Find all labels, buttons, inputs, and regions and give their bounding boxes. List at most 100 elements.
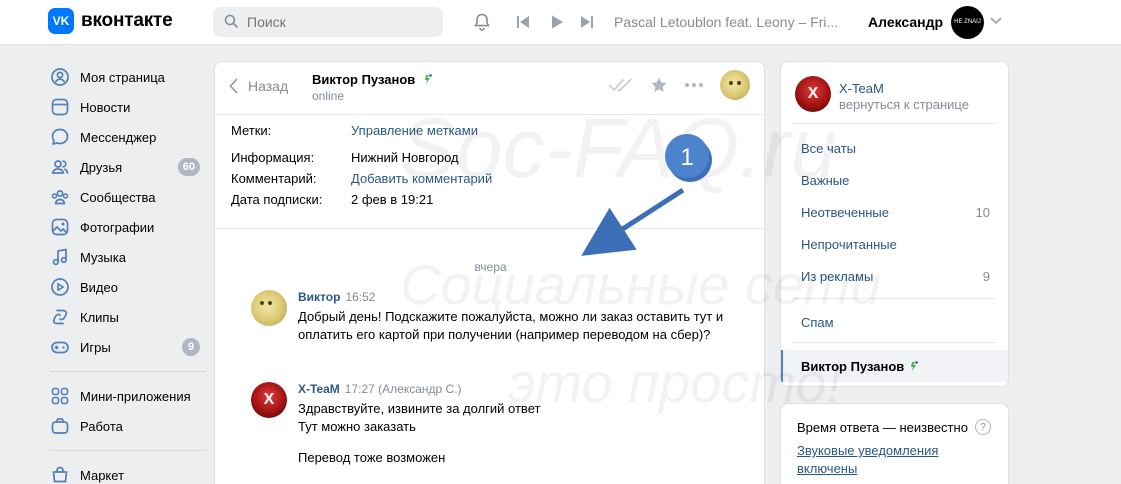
vk-logo-mark: VK <box>48 8 74 34</box>
active-chat-name: Виктор Пузанов <box>801 358 905 374</box>
manage-tags-link[interactable]: Управление метками <box>351 123 478 138</box>
nav-divider <box>50 450 206 451</box>
nav-item-groups[interactable]: Сообщества <box>48 182 208 212</box>
chevron-down-icon[interactable] <box>990 17 1002 25</box>
folder-label: Непрочитанные <box>801 236 897 252</box>
nav-item-messenger[interactable]: Мессенджер <box>48 122 208 152</box>
message-avatar[interactable] <box>251 290 287 326</box>
folder-from-ads[interactable]: Из рекламы 9 <box>781 260 1008 292</box>
bell-icon[interactable] <box>472 12 492 32</box>
nav-label: Фотографии <box>80 219 155 235</box>
vk-logo[interactable]: VK вконтакте <box>48 8 173 34</box>
search-input[interactable] <box>213 7 443 37</box>
nav-label: Моя страница <box>80 69 165 85</box>
folder-label: Важные <box>801 172 850 188</box>
message-text: Добрый день! Подскажите пожалуйста, можн… <box>298 309 724 342</box>
help-icon[interactable]: ? <box>975 419 991 435</box>
photo-icon <box>50 217 70 237</box>
date-separator: вчера <box>474 260 507 274</box>
chat-header-actions <box>592 70 750 100</box>
nav-label: Друзья <box>80 159 123 175</box>
info-key: Дата подписки: <box>231 192 323 207</box>
peer-avatar[interactable] <box>720 70 750 100</box>
message-text: Здравствуйте, извините за долгий ответ Т… <box>298 400 728 467</box>
apps-icon <box>50 386 70 406</box>
nav-item-photos[interactable]: Фотографии <box>48 212 208 242</box>
community-name[interactable]: X-TeaM <box>839 81 884 96</box>
response-time-text: Время ответа — неизвестно <box>797 420 968 435</box>
nav-item-clips[interactable]: Клипы <box>48 302 208 332</box>
nav-item-video[interactable]: Видео <box>48 272 208 302</box>
nav-badge-games: 9 <box>182 338 200 356</box>
nav-badge-friends: 60 <box>177 158 200 176</box>
back-to-page-link[interactable]: вернуться к странице <box>839 97 969 112</box>
nav-item-market[interactable]: Маркет <box>48 460 208 484</box>
community-header[interactable]: X X-TeaM вернуться к странице <box>793 62 996 124</box>
folder-important[interactable]: Важные <box>781 164 1008 196</box>
help-mark: ? <box>980 421 986 433</box>
nav-label: Сообщества <box>80 189 156 205</box>
chat-panel: Назад Виктор Пузанов online Метки: Управ… <box>214 61 765 484</box>
read-check-icon[interactable] <box>608 78 634 92</box>
nav-label: Работа <box>80 418 123 434</box>
message-item[interactable]: X X-TeaM 17:27 (Александр С.) Здравствуйт… <box>251 382 731 482</box>
folder-spam[interactable]: Спам <box>781 306 1008 338</box>
message-line: Здравствуйте, извините за долгий ответ <box>298 401 541 416</box>
response-info-panel: Время ответа — неизвестно ? Звуковые уве… <box>780 403 1009 484</box>
message-author[interactable]: Виктор 16:52 <box>298 290 375 304</box>
folder-divider <box>793 298 996 299</box>
info-key: Комментарий: <box>231 171 317 186</box>
top-header: VK вконтакте Pascal Letoublon feat. Leon… <box>0 0 1121 45</box>
folder-label: Из рекламы <box>801 268 874 284</box>
user-info-block: Метки: Управление метками Информация: Ни… <box>215 115 764 229</box>
folder-label: Неотвеченные <box>801 204 890 220</box>
play-icon[interactable] <box>550 14 564 30</box>
header-user-name[interactable]: Александр <box>868 14 943 30</box>
folder-all-chats[interactable]: Все чаты <box>781 132 1008 164</box>
folder-label: Все чаты <box>801 140 857 156</box>
folder-count: 10 <box>975 204 990 220</box>
message-line: Тут можно заказать <box>298 419 416 434</box>
info-value: Нижний Новгород <box>351 150 459 165</box>
folder-list: Все чаты Важные Неотвеченные 10 Непрочита… <box>781 132 1008 292</box>
folder-unanswered[interactable]: Неотвеченные 10 <box>781 196 1008 228</box>
friends-icon <box>50 157 70 177</box>
nav-label: Мессенджер <box>80 129 157 145</box>
more-icon[interactable] <box>684 82 704 88</box>
active-chat-item[interactable]: Виктор Пузанов <box>781 350 1008 382</box>
back-button[interactable]: Назад <box>229 78 288 94</box>
message-avatar[interactable]: X <box>251 382 287 418</box>
header-avatar[interactable]: HE ZNAIJ <box>951 6 984 39</box>
player-track-title[interactable]: Pascal Letoublon feat. Leony – Fri... <box>614 14 839 30</box>
nav-item-games[interactable]: Игры 9 <box>48 332 208 362</box>
next-track-icon[interactable] <box>580 14 594 30</box>
groups-icon <box>50 187 70 207</box>
previous-track-icon[interactable] <box>516 14 530 30</box>
folder-label: Спам <box>801 314 834 330</box>
folder-unread[interactable]: Непрочитанные <box>781 228 1008 260</box>
folder-divider <box>793 342 996 343</box>
sound-notifications-link[interactable]: Звуковые уведомления включены <box>797 442 977 478</box>
star-icon[interactable] <box>650 76 668 94</box>
add-comment-link[interactable]: Добавить комментарий <box>351 171 492 186</box>
peer-name[interactable]: Виктор Пузанов <box>312 72 434 87</box>
nav-item-music[interactable]: Музыка <box>48 242 208 272</box>
header-avatar-text: HE ZNAIJ <box>954 19 981 25</box>
message-author[interactable]: X-TeaM 17:27 (Александр С.) <box>298 382 462 396</box>
folders-panel: X X-TeaM вернуться к странице Все чаты В… <box>780 61 1009 387</box>
info-value: 2 фев в 19:21 <box>351 192 434 207</box>
nav-item-my-page[interactable]: Моя страница <box>48 62 208 92</box>
music-icon <box>50 247 70 267</box>
nav-item-news[interactable]: Новости <box>48 92 208 122</box>
nav-item-mini-apps[interactable]: Мини-приложения <box>48 381 208 411</box>
nav-label: Новости <box>80 99 131 115</box>
avatar-initial: X <box>807 85 819 102</box>
message-author-name: Виктор <box>298 290 341 304</box>
message-author-name: X-TeaM <box>298 382 340 396</box>
nav-item-friends[interactable]: Друзья 60 <box>48 152 208 182</box>
message-time: 16:52 <box>345 290 376 304</box>
community-avatar[interactable]: X <box>795 76 831 112</box>
folder-count: 9 <box>982 268 990 284</box>
message-item[interactable]: Виктор 16:52 Добрый день! Подскажите пожа… <box>251 290 731 370</box>
nav-item-work[interactable]: Работа <box>48 411 208 441</box>
